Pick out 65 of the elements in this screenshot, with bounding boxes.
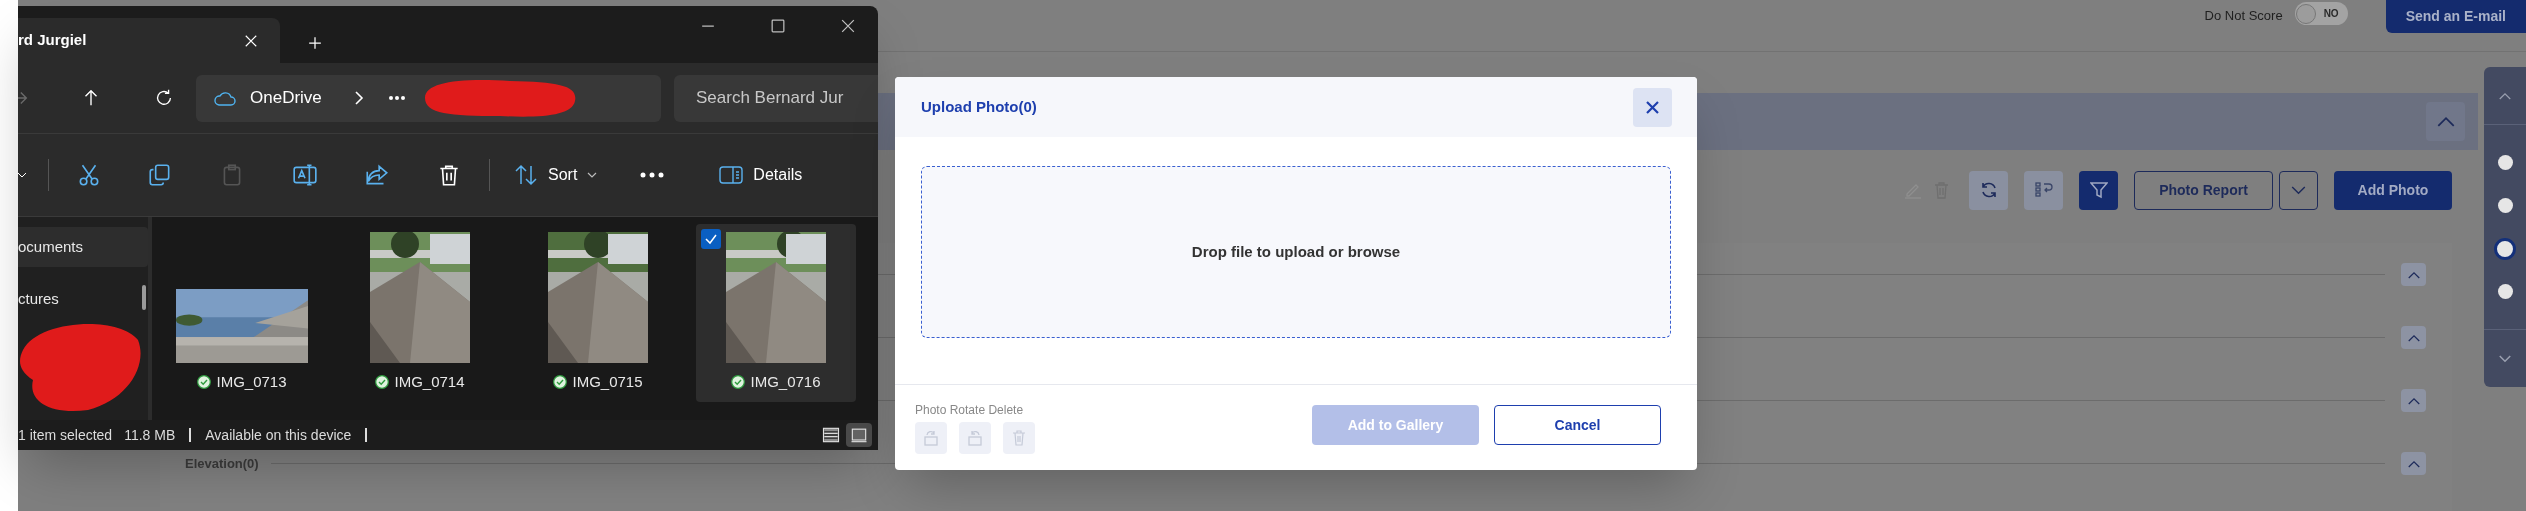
- chevron-up-icon: [2407, 459, 2420, 468]
- browser-tab[interactable]: rd Jurgiel: [18, 18, 280, 63]
- sort-button[interactable]: Sort: [514, 163, 598, 187]
- add-photo-button[interactable]: Add Photo: [2334, 170, 2452, 210]
- dialog-title: Upload Photo(0): [921, 96, 1037, 117]
- filter-icon: [2089, 181, 2108, 199]
- add-to-gallery-button: Add to Gallery: [1312, 405, 1479, 445]
- refresh-button[interactable]: [1969, 170, 2008, 210]
- breadcrumb[interactable]: OneDrive: [250, 85, 322, 111]
- reorder-icon: [2034, 182, 2053, 198]
- dropdown-button[interactable]: [2279, 170, 2318, 210]
- status-text: 1 item selected: [18, 425, 113, 445]
- scrollbar-thumb[interactable]: [142, 285, 146, 310]
- details-button[interactable]: Details: [719, 163, 803, 187]
- file-item[interactable]: IMG_0714: [340, 224, 500, 402]
- chevron-right-icon: [353, 91, 364, 105]
- cloud-icon: [214, 90, 236, 106]
- refresh-icon: [1979, 181, 1998, 199]
- filter-button[interactable]: [2079, 170, 2118, 210]
- collapse-button[interactable]: [2401, 389, 2426, 412]
- file-name: IMG_0714: [394, 372, 465, 392]
- rotate-left-icon: [923, 430, 939, 446]
- chevron-down-icon: [587, 172, 598, 178]
- section-title: Elevation(0): [185, 454, 259, 473]
- tools-label: Photo Rotate Delete: [915, 402, 1025, 419]
- cancel-button[interactable]: Cancel: [1494, 405, 1661, 445]
- close-button[interactable]: [1633, 87, 1672, 127]
- chevron-up-icon: [2499, 91, 2511, 100]
- status-text: 11.8 MB: [124, 425, 176, 445]
- file-name: IMG_0713: [216, 372, 287, 392]
- more-icon[interactable]: [640, 172, 665, 178]
- file-name: IMG_0715: [572, 372, 643, 392]
- toggle-state: NO: [2323, 7, 2339, 21]
- chevron-up-icon: [2407, 396, 2420, 405]
- collapse-button[interactable]: [2401, 263, 2426, 286]
- trash-icon: [1012, 430, 1026, 446]
- chevron-up-icon: [2407, 270, 2420, 279]
- file-item[interactable]: IMG_0713: [162, 224, 322, 402]
- chevron-down-icon: [2291, 185, 2306, 195]
- rename-icon[interactable]: [292, 162, 318, 188]
- file-item[interactable]: IMG_0716: [696, 224, 856, 402]
- toggle-label: Do Not Score: [2204, 7, 2283, 25]
- file-name: IMG_0716: [750, 372, 821, 392]
- list-view-icon: [821, 425, 841, 445]
- checkbox[interactable]: [701, 229, 721, 249]
- collapse-button[interactable]: [2401, 326, 2426, 349]
- sidebar-item[interactable]: ctures: [18, 279, 148, 319]
- sidebar-item[interactable]: ocuments: [18, 227, 148, 267]
- collapse-button[interactable]: [2401, 452, 2426, 475]
- send-email-button[interactable]: Send an E-mail: [2385, 0, 2526, 33]
- file-item[interactable]: IMG_0715: [518, 224, 678, 402]
- chevron-up-icon: [2436, 116, 2455, 127]
- toggle-switch[interactable]: NO: [2294, 2, 2348, 25]
- chevron-down-icon: [2499, 354, 2511, 363]
- address-bar[interactable]: OneDrive: [196, 74, 661, 122]
- drop-zone[interactable]: Drop file to upload or browse: [921, 166, 1671, 338]
- search-field[interactable]: Search Bernard Jur: [674, 74, 878, 122]
- sort-icon: [514, 164, 538, 186]
- details-pane-icon: [719, 166, 744, 184]
- more-icon[interactable]: [387, 95, 406, 101]
- close-icon: [1646, 100, 1659, 114]
- status-text: Available on this device: [205, 425, 352, 445]
- chevron-up-icon: [2407, 333, 2420, 342]
- view-mode-button[interactable]: [846, 423, 872, 447]
- rotate-right-icon: [967, 430, 983, 446]
